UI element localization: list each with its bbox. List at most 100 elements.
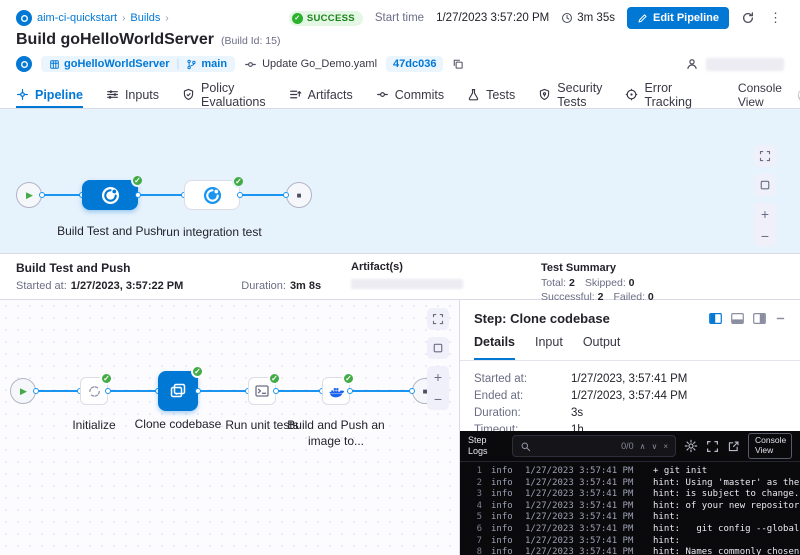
step-graph-canvas[interactable]: ▶ ✓ Initialize ✓ Clone codebase: [0, 300, 460, 555]
stage-details-title: Build Test and Push: [16, 261, 351, 275]
zoom-in-icon[interactable]: +: [754, 203, 776, 225]
tests-flask-icon: [467, 88, 480, 101]
sync-icon: [87, 384, 102, 399]
layout-bottom-icon[interactable]: [731, 313, 744, 324]
console-view-button[interactable]: Console View: [748, 433, 792, 459]
log-search-input[interactable]: 0/0 ∧ ∨ ×: [512, 435, 676, 457]
ci-stage-icon: [203, 186, 222, 205]
close-icon[interactable]: ×: [663, 442, 668, 451]
more-options-icon[interactable]: ⋮: [767, 10, 784, 26]
artifacts-label: Artifact(s): [351, 261, 541, 273]
fit-view-icon[interactable]: [427, 337, 449, 359]
started-at-label: Started at:: [16, 280, 67, 292]
step-node-build-and-push[interactable]: ✓ Build and Push an image to...: [322, 377, 350, 405]
play-icon: ▶: [26, 190, 33, 201]
log-line: 1info1/27/2023 3:57:41 PM+ git init: [468, 466, 800, 478]
zoom-in-icon[interactable]: +: [427, 366, 449, 388]
edit-pipeline-button[interactable]: Edit Pipeline: [627, 7, 729, 29]
field-value: 3s: [571, 407, 786, 419]
success-check-icon: ✓: [131, 174, 144, 187]
connector: [138, 194, 184, 196]
tab-pipeline[interactable]: Pipeline: [16, 81, 83, 108]
breadcrumb-builds-link[interactable]: Builds: [130, 12, 160, 24]
log-line: 3info1/27/2023 3:57:41 PMhint: is subjec…: [468, 489, 800, 501]
commit-sha-link[interactable]: 47dc036: [386, 56, 443, 72]
duration-label: Duration:: [241, 280, 286, 292]
field-label: Ended at:: [474, 390, 571, 402]
branch-link[interactable]: main: [186, 58, 227, 70]
zoom-out-icon[interactable]: −: [754, 225, 776, 247]
tab-details[interactable]: Details: [474, 335, 515, 360]
connector: [350, 390, 412, 392]
tab-inputs[interactable]: Inputs: [106, 81, 159, 108]
minimize-icon[interactable]: [775, 313, 786, 324]
harness-logo-icon: [16, 10, 32, 26]
success-check-icon: ✓: [232, 175, 245, 188]
stop-icon: ■: [297, 191, 302, 200]
fullscreen-icon[interactable]: [427, 308, 449, 330]
field-value: 1/27/2023, 3:57:44 PM: [571, 390, 786, 402]
stage-graph-canvas[interactable]: ▶ ✓ Build Test and Push ✓ run integratio…: [0, 109, 800, 253]
clock-icon: [561, 12, 573, 24]
pipeline-icon: [16, 88, 29, 101]
artifacts-icon: [289, 88, 302, 101]
start-time-value: 1/27/2023 3:57:20 PM: [436, 12, 549, 24]
commit-message[interactable]: Update Go_Demo.yaml: [244, 58, 377, 71]
tab-security-tests[interactable]: Security Tests: [538, 81, 602, 108]
commits-icon: [376, 88, 389, 101]
console-view-label: Console View: [738, 81, 790, 109]
connector: [42, 194, 82, 196]
log-output[interactable]: 1info1/27/2023 3:57:41 PM+ git init 2inf…: [460, 462, 800, 555]
external-link-icon[interactable]: [727, 440, 740, 453]
log-line: 6info1/27/2023 3:57:41 PMhint: git confi…: [468, 524, 800, 536]
log-line: 4info1/27/2023 3:57:41 PMhint: of your n…: [468, 501, 800, 513]
copy-icon[interactable]: [452, 58, 464, 70]
tab-commits[interactable]: Commits: [376, 81, 444, 108]
tab-output[interactable]: Output: [583, 335, 621, 360]
total-duration: 3m 35s: [561, 12, 615, 24]
breadcrumb-separator: ›: [165, 13, 168, 24]
pipeline-end-node[interactable]: ■: [286, 182, 312, 208]
log-line: 5info1/27/2023 3:57:41 PMhint:: [468, 512, 800, 524]
tests-skipped: 0: [629, 277, 635, 289]
layout-right-icon[interactable]: [753, 313, 766, 324]
step-node-run-unit-tests[interactable]: ✓ Run unit tests: [248, 377, 276, 405]
connector: [276, 390, 322, 392]
started-at-value: 1/27/2023, 3:57:22 PM: [71, 280, 184, 292]
tab-tests[interactable]: Tests: [467, 81, 515, 108]
step-panel-title: Step: Clone codebase: [474, 311, 610, 326]
step-logs-title: Step Logs: [468, 435, 504, 457]
success-check-icon: ✓: [292, 13, 303, 24]
refresh-icon[interactable]: [741, 11, 755, 25]
tab-artifacts[interactable]: Artifacts: [289, 81, 353, 108]
harness-ci-icon: [16, 56, 32, 72]
step-node-initialize[interactable]: ✓ Initialize: [80, 377, 108, 405]
repo-link[interactable]: goHelloWorldServer: [49, 58, 170, 70]
clone-codebase-icon: [168, 381, 188, 401]
breadcrumb-project-link[interactable]: aim-ci-quickstart: [37, 12, 117, 24]
step-panel-tabs: Details Input Output: [460, 335, 800, 361]
zoom-out-icon[interactable]: −: [427, 388, 449, 410]
search-match-count: 0/0: [621, 441, 634, 451]
step-details-panel: Step: Clone codebase Details Input Outpu…: [460, 300, 800, 555]
chevron-up-icon[interactable]: ∧: [640, 442, 646, 451]
commit-icon: [244, 58, 257, 71]
docker-icon: [328, 383, 345, 400]
chevron-down-icon[interactable]: ∨: [651, 442, 657, 451]
test-summary: Test Summary Total: 2Skipped: 0 Successf…: [541, 261, 664, 292]
log-line: 2info1/27/2023 3:57:41 PMhint: Using 'ma…: [468, 478, 800, 490]
pill-divider: |: [177, 58, 180, 70]
step-node-clone-codebase[interactable]: ✓ Clone codebase: [158, 371, 198, 411]
gear-icon[interactable]: [684, 439, 698, 453]
stage-node-run-integration-test[interactable]: ✓ run integration test: [184, 180, 240, 210]
tab-policy-evaluations[interactable]: Policy Evaluations: [182, 81, 266, 108]
stage-node-build-test-and-push[interactable]: ✓ Build Test and Push: [82, 180, 138, 210]
search-icon: [520, 441, 531, 452]
fullscreen-icon[interactable]: [706, 440, 719, 453]
fit-view-icon[interactable]: [754, 174, 776, 196]
tab-error-tracking[interactable]: Error Tracking: [625, 81, 691, 108]
tab-input[interactable]: Input: [535, 335, 563, 360]
error-tracking-icon: [625, 88, 638, 101]
fullscreen-icon[interactable]: [754, 145, 776, 167]
layout-split-icon[interactable]: [709, 313, 722, 324]
